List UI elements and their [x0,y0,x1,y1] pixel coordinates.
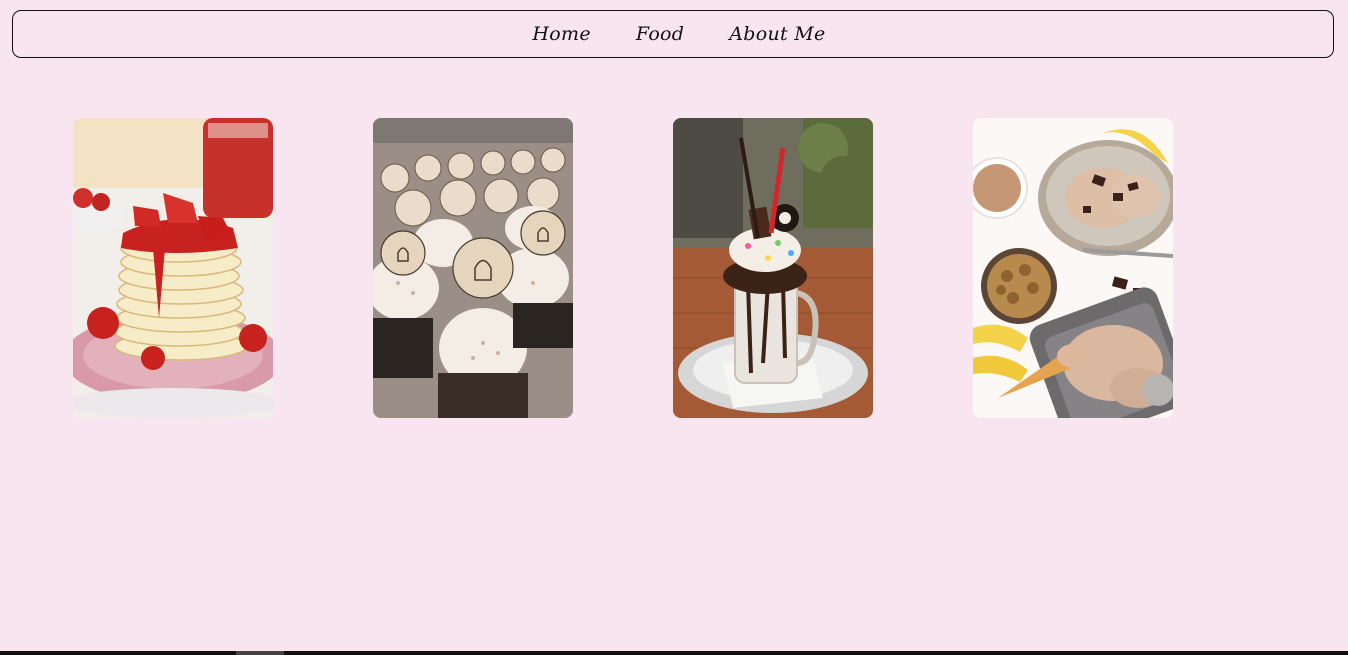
ice-cream-image [973,118,1173,418]
top-navbar: Home Food About Me [12,10,1334,58]
gallery-card-cupcakes[interactable] [373,118,573,418]
nav-link-home[interactable]: Home [532,23,590,45]
gallery-card-ice-cream[interactable] [973,118,1173,418]
food-gallery [73,118,1173,418]
horizontal-scrollbar-track[interactable] [0,651,1348,655]
nav-link-food[interactable]: Food [636,23,684,45]
horizontal-scrollbar-thumb[interactable] [236,651,284,655]
freakshake-image [673,118,873,418]
gallery-card-milkshake[interactable] [673,118,873,418]
pancake-stack-image [73,118,273,418]
page: Home Food About Me [0,0,1348,655]
nav-link-about-me[interactable]: About Me [729,23,825,45]
cupcakes-image [373,118,573,418]
gallery-card-pancakes[interactable] [73,118,273,418]
